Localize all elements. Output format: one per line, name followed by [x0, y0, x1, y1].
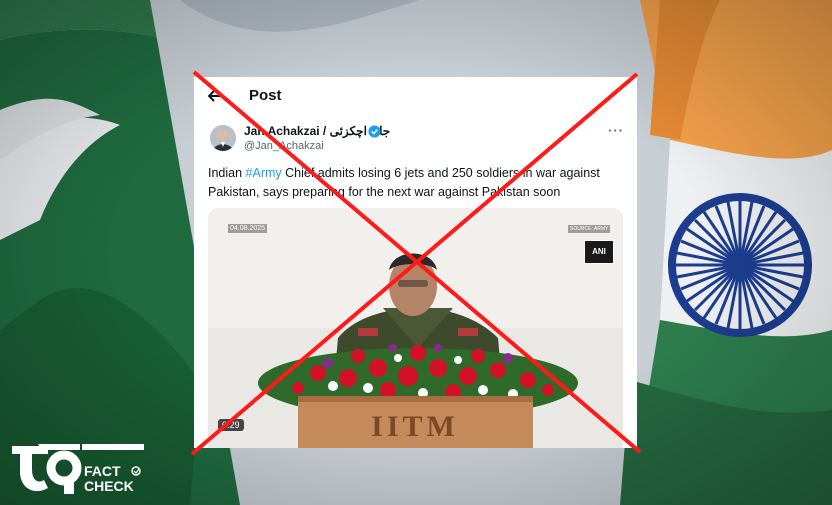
avatar[interactable] [210, 125, 236, 151]
fact-check-line1: FACT [84, 463, 121, 479]
more-options-icon[interactable]: ··· [608, 123, 624, 138]
post-header: Post [194, 77, 637, 115]
fact-check-line2: CHECK [84, 478, 134, 494]
avatar-photo [210, 125, 236, 151]
video-player[interactable]: IITM 04.08.2025 SOURCE: ARMY ANI 0:29 [208, 208, 623, 448]
post-title: Post [249, 87, 282, 104]
back-arrow-icon[interactable] [208, 89, 222, 103]
video-date-overlay: 04.08.2025 [228, 224, 268, 233]
author-handle[interactable]: @Jan_Achakzai [244, 140, 324, 152]
video-duration: 0:29 [218, 419, 244, 431]
fact-check-label: FACT CHECK [84, 464, 134, 494]
verified-badge-icon [368, 125, 381, 138]
hashtag-link[interactable]: #Army [246, 166, 282, 180]
tweet-text-start: Indian [208, 166, 246, 180]
tweet-card: Post Jan Achakzai / جان اچکزئی @Jan_Acha… [194, 77, 637, 448]
video-source-overlay: SOURCE: ARMY [568, 225, 611, 233]
tweet-text: Indian #Army Chief admits losing 6 jets … [208, 164, 628, 202]
video-frame: IITM [208, 208, 623, 448]
fact-check-image: Post Jan Achakzai / جان اچکزئی @Jan_Acha… [0, 0, 832, 505]
podium-text: IITM [371, 410, 459, 443]
ani-logo: ANI [584, 240, 614, 264]
